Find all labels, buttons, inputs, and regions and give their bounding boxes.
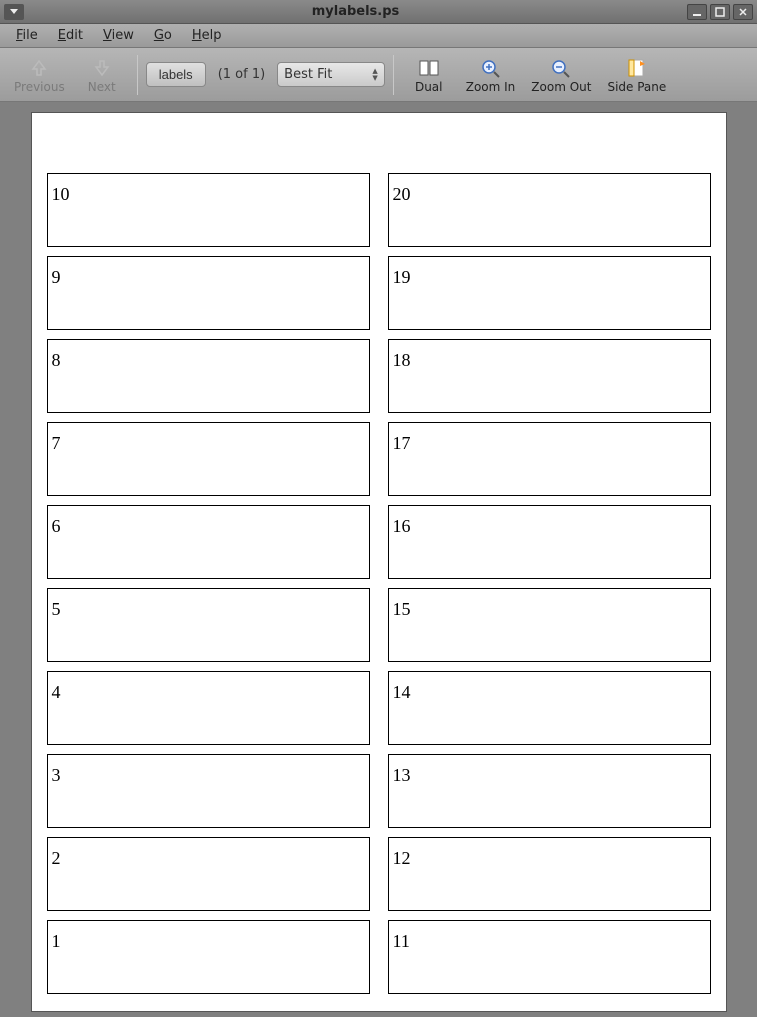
arrow-down-icon xyxy=(92,56,112,80)
menu-view[interactable]: View xyxy=(95,26,142,45)
label-cell: 20 xyxy=(388,173,711,247)
zoom-out-label: Zoom Out xyxy=(531,80,591,94)
menu-go[interactable]: Go xyxy=(146,26,180,45)
window-title: mylabels.ps xyxy=(24,4,687,19)
next-button: Next xyxy=(75,51,129,99)
label-cell: 5 xyxy=(47,588,370,662)
zoom-out-button[interactable]: Zoom Out xyxy=(525,51,597,99)
side-pane-label: Side Pane xyxy=(607,80,666,94)
zoom-in-button[interactable]: Zoom In xyxy=(460,51,522,99)
close-button[interactable] xyxy=(733,4,753,20)
label-cell: 16 xyxy=(388,505,711,579)
label-column-right: 20 19 18 17 16 15 14 13 12 11 xyxy=(388,173,711,1001)
label-cell: 9 xyxy=(47,256,370,330)
label-cell: 11 xyxy=(388,920,711,994)
label-cell: 3 xyxy=(47,754,370,828)
document-page: 10 9 8 7 6 5 4 3 2 1 20 19 18 17 16 15 1… xyxy=(31,112,727,1012)
toolbar: Previous Next labels (1 of 1) Best Fit ▲… xyxy=(0,48,757,102)
label-cell: 10 xyxy=(47,173,370,247)
zoom-select-value: Best Fit xyxy=(284,67,332,82)
label-cell: 4 xyxy=(47,671,370,745)
label-cell: 14 xyxy=(388,671,711,745)
zoom-in-label: Zoom In xyxy=(466,80,516,94)
arrow-up-icon xyxy=(29,56,49,80)
previous-button: Previous xyxy=(8,51,71,99)
label-cell: 19 xyxy=(388,256,711,330)
label-cell: 6 xyxy=(47,505,370,579)
menubar: File Edit View Go Help xyxy=(0,24,757,48)
side-pane-icon xyxy=(626,56,648,80)
label-cell: 7 xyxy=(47,422,370,496)
labels-button[interactable]: labels xyxy=(146,62,206,87)
toolbar-separator xyxy=(393,55,394,95)
menu-file[interactable]: File xyxy=(8,26,46,45)
label-cell: 12 xyxy=(388,837,711,911)
side-pane-button[interactable]: Side Pane xyxy=(601,51,672,99)
maximize-button[interactable] xyxy=(710,4,730,20)
zoom-select[interactable]: Best Fit ▲▼ xyxy=(277,62,385,87)
label-cell: 8 xyxy=(47,339,370,413)
dual-button[interactable]: Dual xyxy=(402,51,456,99)
window-menu-dropdown[interactable] xyxy=(4,4,24,20)
label-cell: 13 xyxy=(388,754,711,828)
label-column-left: 10 9 8 7 6 5 4 3 2 1 xyxy=(47,173,370,1001)
next-label: Next xyxy=(88,80,116,94)
previous-label: Previous xyxy=(14,80,65,94)
label-cell: 17 xyxy=(388,422,711,496)
zoom-in-icon xyxy=(480,56,502,80)
minimize-button[interactable] xyxy=(687,4,707,20)
label-cell: 15 xyxy=(388,588,711,662)
menu-help[interactable]: Help xyxy=(184,26,230,45)
dual-label: Dual xyxy=(415,80,443,94)
menu-edit[interactable]: Edit xyxy=(50,26,91,45)
page-indicator: (1 of 1) xyxy=(210,67,273,82)
label-cell: 1 xyxy=(47,920,370,994)
label-cell: 18 xyxy=(388,339,711,413)
zoom-out-icon xyxy=(550,56,572,80)
dual-page-icon xyxy=(418,56,440,80)
spinner-icon: ▲▼ xyxy=(372,68,377,82)
document-viewport[interactable]: 10 9 8 7 6 5 4 3 2 1 20 19 18 17 16 15 1… xyxy=(0,102,757,1017)
toolbar-separator xyxy=(137,55,138,95)
titlebar: mylabels.ps xyxy=(0,0,757,24)
label-cell: 2 xyxy=(47,837,370,911)
